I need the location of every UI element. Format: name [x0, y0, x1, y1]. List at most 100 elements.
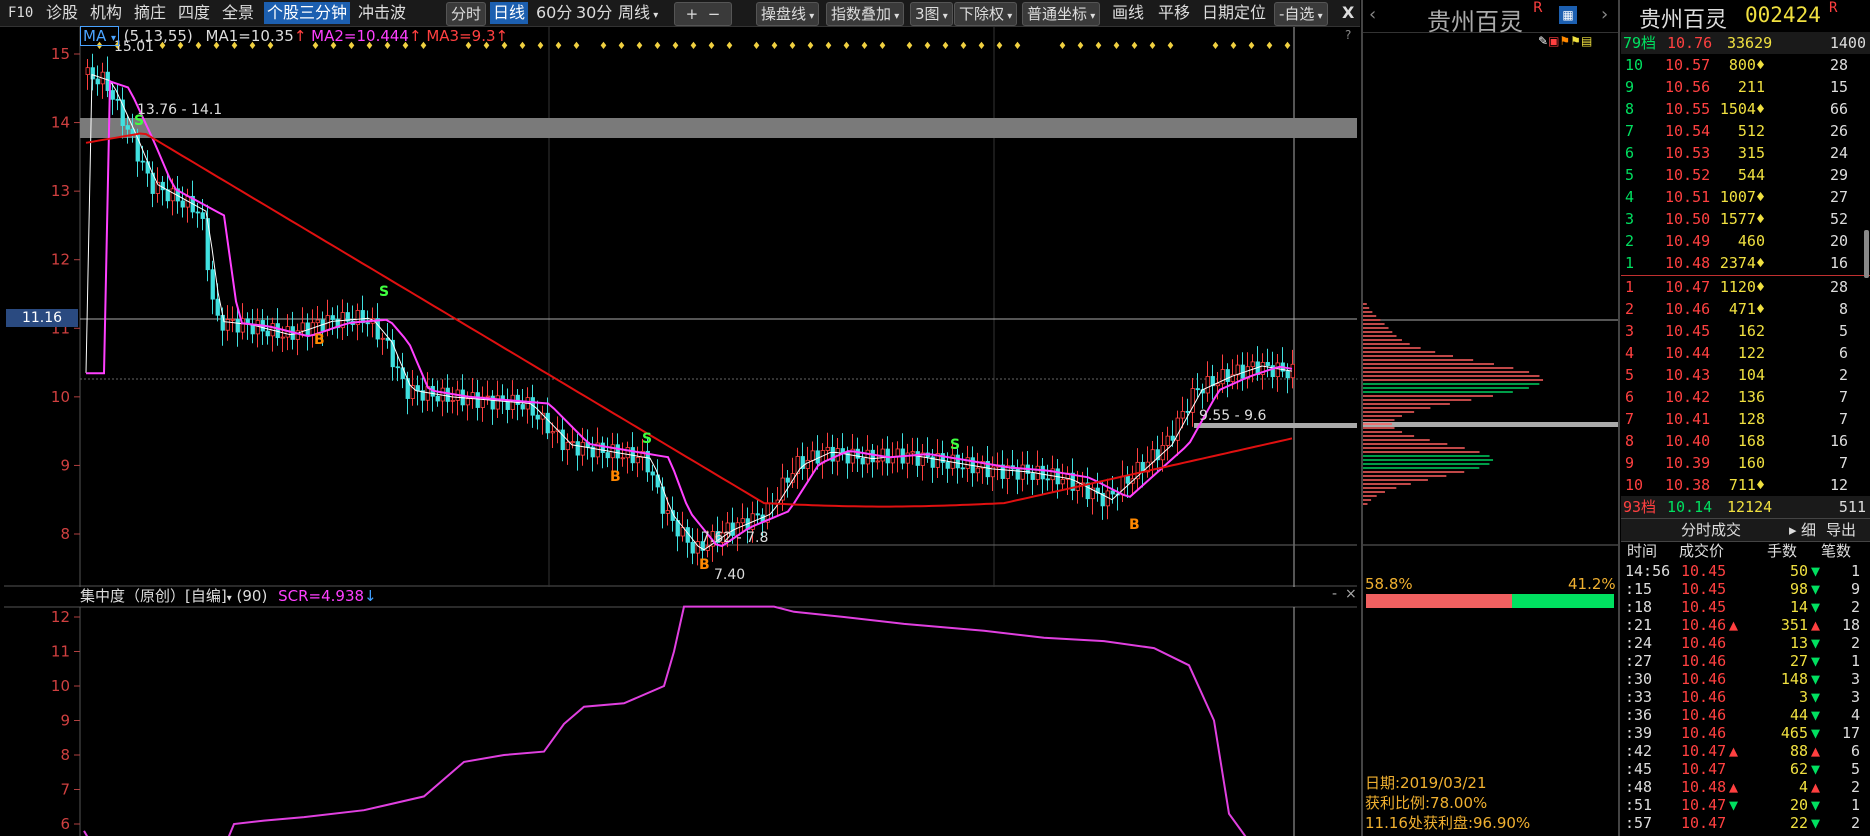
bid-row[interactable]: 3 10.45 162 5: [1621, 320, 1870, 342]
ask-row[interactable]: 2 10.49 460 20: [1621, 230, 1870, 252]
tool-caopanxian[interactable]: 操盘线 ▾: [756, 2, 820, 26]
ask-row[interactable]: 6 10.53 315 24: [1621, 142, 1870, 164]
bid-count: 6: [1838, 344, 1848, 362]
tab-three-minute[interactable]: 个股三分钟: [264, 2, 351, 24]
bid-price: 10.45: [1665, 322, 1711, 340]
ask-row[interactable]: 1 10.48 2374♦ 16: [1621, 252, 1870, 274]
tab-zhaizhuang[interactable]: 摘庄: [134, 2, 166, 24]
tool-coordinate[interactable]: 普通坐标 ▾: [1022, 2, 1101, 26]
ask-row[interactable]: 7 10.54 512 26: [1621, 120, 1870, 142]
ask-summary-row[interactable]: 79档 10.76 33629 1400: [1621, 32, 1870, 54]
trade-row[interactable]: :30 10.46 148 ▼ 3: [1621, 670, 1870, 688]
trade-row[interactable]: :51 10.47 ▼ 20 ▼ 1: [1621, 796, 1870, 814]
trade-row[interactable]: :18 10.45 14 ▼ 2: [1621, 598, 1870, 616]
trade-row[interactable]: :36 10.46 44 ▼ 4: [1621, 706, 1870, 724]
period-fenshi[interactable]: 分时: [446, 2, 487, 26]
trade-row[interactable]: :21 10.46 ▲ 351 ▲ 18: [1621, 616, 1870, 634]
bid-row[interactable]: 6 10.42 136 7: [1621, 386, 1870, 408]
bid-row[interactable]: 5 10.43 104 2: [1621, 364, 1870, 386]
bid-row[interactable]: 2 10.46 471♦ 8: [1621, 298, 1870, 320]
trade-row[interactable]: :24 10.46 13 ▼ 2: [1621, 634, 1870, 652]
trade-row[interactable]: :39 10.46 465 ▼ 17: [1621, 724, 1870, 742]
minimize-icon[interactable]: -: [1332, 586, 1337, 602]
trade-row[interactable]: :33 10.46 3 ▼ 3: [1621, 688, 1870, 706]
tool-draw-line[interactable]: 画线: [1112, 2, 1144, 24]
bid-volume: 1120♦: [1719, 278, 1765, 296]
candle-body: [215, 298, 220, 316]
ask-count: 24: [1829, 144, 1848, 162]
trade-count: 9: [1850, 580, 1860, 598]
kline-chart[interactable]: 15141312111098♦ ♦ ♦ ♦ ♦ ♦ ♦ ♦ ♦ ♦ ♦ ♦ ♦ ♦ ♦ ♦ ♦ ♦ ♦ ♦ ♦ ♦ ♦ ♦ ♦ ♦…: [4, 27, 1357, 587]
trade-count: 1: [1850, 796, 1860, 814]
indicator-title[interactable]: 集中度（原创）[自编]▾: [80, 587, 232, 605]
signal-diamond: ♦: [905, 41, 914, 52]
ask-row[interactable]: 3 10.50 1577♦ 52: [1621, 208, 1870, 230]
help-icon[interactable]: ?: [1345, 28, 1351, 42]
bid-level: 6: [1625, 388, 1635, 406]
chevron-right-icon[interactable]: ▸: [1789, 519, 1797, 541]
tool-three-charts[interactable]: 3图 ▾: [910, 2, 953, 26]
chevron-down-icon: ▾: [110, 33, 117, 44]
bid-volume: 136: [1737, 388, 1765, 406]
tool-date-locate[interactable]: 日期定位: [1202, 2, 1266, 24]
trade-row[interactable]: 14:56 10.45 50 ▼ 1: [1621, 562, 1870, 580]
bid-summary-row[interactable]: 93档 10.14 12124 511: [1621, 496, 1870, 518]
tool-pan[interactable]: 平移: [1158, 2, 1190, 24]
trades-detail-tab[interactable]: 细: [1801, 519, 1816, 541]
trade-row[interactable]: :27 10.46 27 ▼ 1: [1621, 652, 1870, 670]
trade-row[interactable]: :15 10.45 98 ▼ 9: [1621, 580, 1870, 598]
period-30min[interactable]: 30分: [576, 2, 612, 24]
bid-row[interactable]: 8 10.40 168 16: [1621, 430, 1870, 452]
trade-volume: 465: [1780, 724, 1808, 742]
panel-divider[interactable]: [1618, 0, 1620, 836]
tab-sidu[interactable]: 四度: [178, 2, 210, 24]
tool-index-overlay[interactable]: 指数叠加 ▾: [826, 2, 905, 26]
period-60min[interactable]: 60分: [536, 2, 572, 24]
concentration-chart[interactable]: 12 11 10 9 8 7 6: [4, 590, 1357, 836]
ask-row[interactable]: 5 10.52 544 29: [1621, 164, 1870, 186]
tab-zhengu[interactable]: 诊股: [46, 2, 78, 24]
trade-time: 14:56: [1625, 562, 1671, 580]
period-weekly[interactable]: 周线 ▾: [618, 2, 658, 24]
ask-price: 10.53: [1665, 144, 1711, 162]
tool-watchlist[interactable]: -自选 ▾: [1274, 2, 1328, 26]
trades-export-tab[interactable]: 导出: [1826, 519, 1856, 541]
bid-price: 10.38: [1665, 476, 1711, 494]
close-panel-icon[interactable]: X: [1342, 2, 1354, 24]
trade-price: 10.47: [1681, 742, 1727, 760]
period-daily[interactable]: 日线: [490, 2, 529, 24]
trades-title[interactable]: 分时成交: [1681, 519, 1741, 541]
ask-row[interactable]: 9 10.56 211 15: [1621, 76, 1870, 98]
tab-quanjing[interactable]: 全景: [222, 2, 254, 24]
candle-body: [550, 431, 555, 434]
tool-ex-right[interactable]: 下除权 ▾: [954, 2, 1018, 26]
quote-stock-name: 贵州百灵: [1639, 8, 1728, 33]
candle-body: [755, 513, 760, 516]
bid-row[interactable]: 10 10.38 711♦ 12: [1621, 474, 1870, 496]
bid-row[interactable]: 7 10.41 128 7: [1621, 408, 1870, 430]
zoom-out-button[interactable]: −: [708, 5, 721, 23]
candle-body: [805, 459, 810, 469]
ask-row[interactable]: 4 10.51 1007♦ 27: [1621, 186, 1870, 208]
bid-row[interactable]: 1 10.47 1120♦ 28: [1621, 276, 1870, 298]
resistance-band: [80, 118, 1357, 138]
signal-diamond: ♦: [959, 41, 968, 52]
value-axis-label: 8: [60, 746, 70, 764]
bid-row[interactable]: 4 10.44 122 6: [1621, 342, 1870, 364]
trade-row[interactable]: :57 10.47 22 ▼ 2: [1621, 814, 1870, 832]
tab-f10[interactable]: F10: [8, 2, 33, 24]
trade-row[interactable]: :48 10.48 ▲ 4 ▲ 2: [1621, 778, 1870, 796]
trade-row[interactable]: :42 10.47 ▲ 88 ▲ 6: [1621, 742, 1870, 760]
tab-jigou[interactable]: 机构: [90, 2, 122, 24]
close-icon[interactable]: ×: [1345, 586, 1357, 602]
scrollbar-thumb[interactable]: [1864, 230, 1869, 278]
bid-row[interactable]: 9 10.39 160 7: [1621, 452, 1870, 474]
trade-row[interactable]: :45 10.47 62 ▼ 5: [1621, 760, 1870, 778]
ask-row[interactable]: 10 10.57 800♦ 28: [1621, 54, 1870, 76]
tab-chongjibo[interactable]: 冲击波: [358, 2, 406, 24]
buy-signal: B: [1129, 517, 1140, 533]
zoom-in-button[interactable]: +: [686, 5, 699, 23]
indicator-select[interactable]: MA ▾: [80, 26, 120, 46]
ask-row[interactable]: 8 10.55 1504♦ 66: [1621, 98, 1870, 120]
zoom-buttons[interactable]: + −: [674, 2, 732, 26]
